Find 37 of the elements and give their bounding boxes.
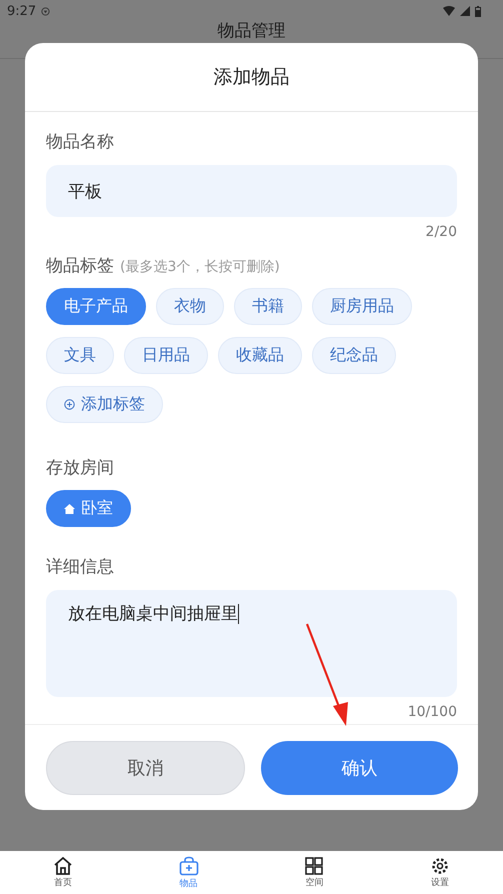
field-label: 存放房间 [46,457,115,479]
room-chip[interactable]: 卧室 [46,490,131,527]
nav-tab[interactable]: 空间 [252,851,378,894]
bag-plus-icon [178,856,199,876]
name-field[interactable]: 平板 [46,165,457,217]
tag-chip[interactable]: 文具 [46,337,114,374]
nav-tab[interactable]: 物品 [126,851,252,894]
char-counter: 10/100 [408,704,457,720]
field-label: 物品名称 [46,131,115,153]
dialog-title: 添加物品 [214,65,290,90]
home-icon [52,856,73,874]
signal-icon [460,6,470,16]
tag-chip[interactable]: 书籍 [234,288,302,325]
tag-chip[interactable]: 收藏品 [218,337,302,374]
tag-chip[interactable]: 电子产品 [46,288,146,325]
nav-tab[interactable]: 设置 [377,851,503,894]
confirm-button[interactable]: 确认 [261,741,458,795]
add-tag-button[interactable]: 添加标签 [46,386,163,423]
settings-icon [431,856,450,874]
tag-chip[interactable]: 衣物 [156,288,224,325]
details-field[interactable]: 放在电脑桌中间抽屉里 [46,590,457,697]
wifi-icon [443,6,455,16]
char-counter: 2/20 [426,224,457,240]
field-label: 物品标签 [46,255,114,277]
battery-icon [475,6,481,16]
grid-icon [305,856,324,874]
tag-chip[interactable]: 厨房用品 [312,288,412,325]
nav-tab[interactable]: 首页 [0,851,126,894]
field-label: 详细信息 [46,556,115,578]
status-time: 9:27 [7,4,36,18]
plus-circle-icon [64,399,75,410]
tag-chip[interactable]: 日用品 [124,337,208,374]
cancel-button[interactable]: 取消 [46,741,245,795]
house-icon [64,504,75,514]
hint-text: (最多选3个，长按可删除) [120,258,280,276]
app-title: 物品管理 [218,22,286,41]
tag-chip[interactable]: 纪念品 [312,337,396,374]
